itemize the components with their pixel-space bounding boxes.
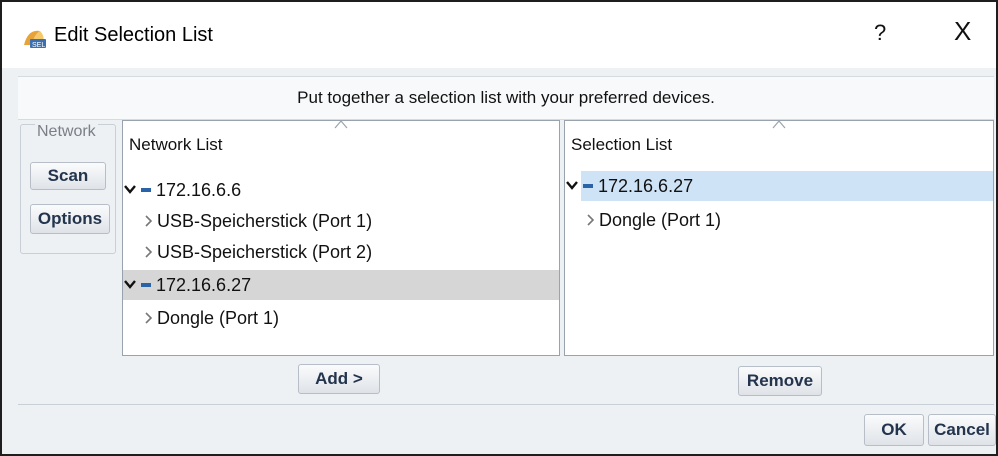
host-icon: [141, 188, 151, 192]
app-logo-icon: SEL: [24, 30, 46, 49]
chevron-right-icon[interactable]: [585, 213, 595, 227]
host-icon: [583, 184, 593, 188]
add-button[interactable]: Add >: [298, 364, 380, 394]
title-bar: SEL Edit Selection List ? X: [2, 2, 996, 68]
selection-item-label: 172.16.6.27: [598, 176, 694, 196]
network-item-label: USB-Speicherstick (Port 1): [157, 211, 373, 231]
network-item-label: USB-Speicherstick (Port 2): [157, 242, 373, 262]
network-item-label: 172.16.6.27: [156, 275, 252, 295]
network-list-item-device[interactable]: Dongle (Port 1): [123, 303, 559, 333]
network-list-item-device[interactable]: USB-Speicherstick (Port 1): [123, 206, 559, 236]
footer-divider: [18, 404, 994, 405]
network-item-label: 172.16.6.6: [156, 180, 242, 200]
selection-item-label: Dongle (Port 1): [599, 210, 722, 230]
instruction-text: Put together a selection list with your …: [297, 88, 715, 107]
chevron-right-icon[interactable]: [143, 214, 153, 228]
network-list-panel[interactable]: Network List 172.16.6.6 USB-Speicherstic…: [122, 120, 560, 356]
sort-caret-icon[interactable]: [772, 119, 786, 129]
selection-list-item-device[interactable]: Dongle (Port 1): [565, 205, 993, 235]
close-button[interactable]: X: [954, 18, 971, 44]
network-list-item-host-selected[interactable]: 172.16.6.27: [123, 270, 559, 300]
host-icon: [141, 283, 151, 287]
network-list-item-host[interactable]: 172.16.6.6: [123, 175, 559, 205]
selection-list-item-host-selected[interactable]: 172.16.6.27: [566, 171, 993, 201]
network-list-item-device[interactable]: USB-Speicherstick (Port 2): [123, 237, 559, 267]
selection-list-header: Selection List: [571, 135, 673, 154]
scan-button[interactable]: Scan: [30, 162, 106, 190]
cancel-button[interactable]: Cancel: [928, 414, 996, 446]
instruction-banner: Put together a selection list with your …: [18, 76, 994, 120]
chevron-right-icon[interactable]: [143, 245, 153, 259]
sort-caret-icon[interactable]: [334, 119, 348, 129]
chevron-down-icon[interactable]: [123, 278, 137, 290]
remove-button[interactable]: Remove: [738, 366, 822, 396]
chevron-down-icon[interactable]: [565, 179, 579, 191]
edit-selection-list-dialog: SEL Edit Selection List ? X Put together…: [0, 0, 998, 456]
selection-list-panel[interactable]: Selection List 172.16.6.27 Dongle (Port …: [564, 120, 994, 356]
help-button[interactable]: ?: [874, 20, 886, 46]
options-button[interactable]: Options: [30, 204, 110, 234]
svg-text:SEL: SEL: [32, 42, 45, 49]
dialog-title: Edit Selection List: [54, 24, 213, 46]
network-group-legend: Network: [35, 123, 98, 141]
network-item-label: Dongle (Port 1): [157, 308, 280, 328]
ok-button[interactable]: OK: [864, 414, 924, 446]
network-list-header: Network List: [129, 135, 223, 154]
chevron-right-icon[interactable]: [143, 311, 153, 325]
chevron-down-icon[interactable]: [123, 183, 137, 195]
